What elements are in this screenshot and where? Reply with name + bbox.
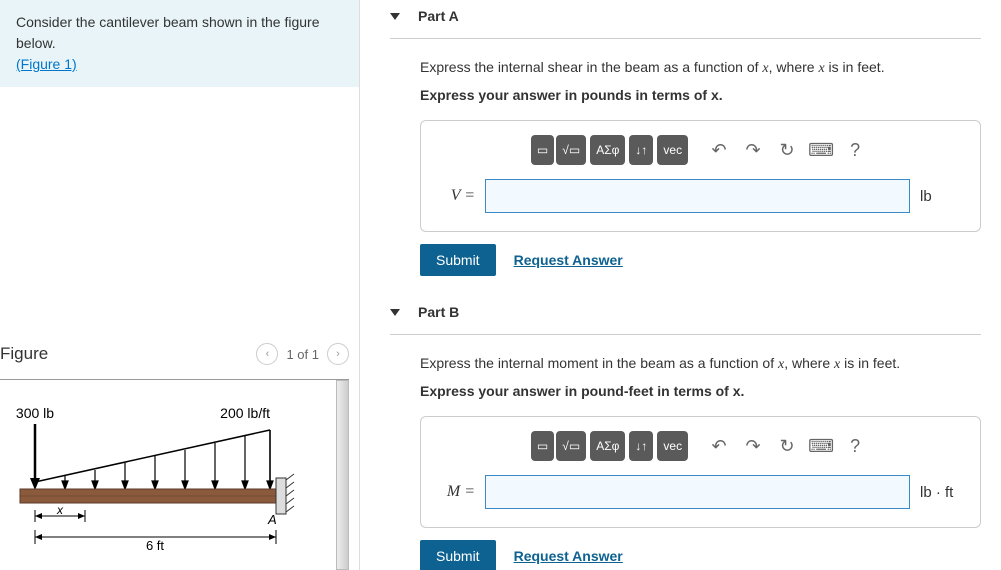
part-a-header[interactable]: Part A (390, 0, 981, 39)
part-b-instruction: Express the internal moment in the beam … (420, 353, 981, 375)
redo-icon[interactable]: ↷ (738, 431, 768, 461)
undo-icon[interactable]: ↶ (704, 135, 734, 165)
figure-prev-button[interactable]: ‹ (256, 343, 278, 365)
part-a-var-label: V = (439, 187, 475, 205)
arrows-button[interactable]: ↓↑ (629, 431, 653, 461)
figure-nav-label: 1 of 1 (286, 347, 319, 362)
templates-button[interactable]: ▭ (531, 431, 554, 461)
arrows-button[interactable]: ↓↑ (629, 135, 653, 165)
part-a-input[interactable] (485, 179, 910, 213)
root-button[interactable]: √▭ (556, 135, 586, 165)
part-b-unit: lb · ft (920, 484, 962, 501)
part-b-answer-panel: ▭ √▭ ΑΣφ ↓↑ vec ↶ ↷ ↻ ⌨ ? M = (420, 416, 981, 528)
figure-section: Figure ‹ 1 of 1 › 300 lb 200 lb/ft (0, 335, 359, 570)
right-panel: Part A Express the internal shear in the… (360, 0, 1001, 570)
part-b-header[interactable]: Part B (390, 296, 981, 335)
problem-statement: Consider the cantilever beam shown in th… (0, 0, 359, 87)
greek-button[interactable]: ΑΣφ (590, 431, 625, 461)
dist-load-label: 200 lb/ft (220, 405, 270, 421)
part-a: Part A Express the internal shear in the… (390, 0, 981, 286)
point-load-label: 300 lb (16, 405, 54, 421)
caret-down-icon (390, 309, 400, 316)
part-a-request-link[interactable]: Request Answer (514, 252, 623, 268)
span-label: 6 ft (146, 538, 164, 553)
part-a-submit-button[interactable]: Submit (420, 244, 496, 276)
part-b-format: Express your answer in pound-feet in ter… (420, 381, 981, 402)
part-b-title: Part B (418, 304, 459, 320)
part-a-instruction: Express the internal shear in the beam a… (420, 57, 981, 79)
problem-text: Consider the cantilever beam shown in th… (16, 14, 320, 51)
keyboard-icon[interactable]: ⌨ (806, 135, 836, 165)
figure-link[interactable]: (Figure 1) (16, 56, 77, 72)
x-dim-label: x (56, 503, 64, 517)
figure-next-button[interactable]: › (327, 343, 349, 365)
part-a-title: Part A (418, 8, 459, 24)
help-icon[interactable]: ? (840, 135, 870, 165)
caret-down-icon (390, 13, 400, 20)
part-b-var-label: M = (439, 483, 475, 501)
part-a-answer-panel: ▭ √▭ ΑΣφ ↓↑ vec ↶ ↷ ↻ ⌨ ? V = (420, 120, 981, 232)
templates-button[interactable]: ▭ (531, 135, 554, 165)
part-a-unit: lb (920, 188, 962, 205)
point-a-label: A (267, 512, 277, 527)
figure-nav: ‹ 1 of 1 › (256, 343, 349, 365)
left-panel: Consider the cantilever beam shown in th… (0, 0, 360, 570)
part-b-toolbar: ▭ √▭ ΑΣφ ↓↑ vec ↶ ↷ ↻ ⌨ ? (439, 431, 962, 461)
reset-icon[interactable]: ↻ (772, 431, 802, 461)
part-b: Part B Express the internal moment in th… (390, 296, 981, 570)
root-button[interactable]: √▭ (556, 431, 586, 461)
keyboard-icon[interactable]: ⌨ (806, 431, 836, 461)
greek-button[interactable]: ΑΣφ (590, 135, 625, 165)
help-icon[interactable]: ? (840, 431, 870, 461)
vec-button[interactable]: vec (657, 431, 688, 461)
reset-icon[interactable]: ↻ (772, 135, 802, 165)
redo-icon[interactable]: ↷ (738, 135, 768, 165)
figure-title: Figure (0, 344, 48, 364)
vec-button[interactable]: vec (657, 135, 688, 165)
part-b-request-link[interactable]: Request Answer (514, 548, 623, 564)
part-b-submit-button[interactable]: Submit (420, 540, 496, 570)
part-b-input[interactable] (485, 475, 910, 509)
beam-diagram: 300 lb 200 lb/ft (0, 390, 300, 560)
undo-icon[interactable]: ↶ (704, 431, 734, 461)
part-a-toolbar: ▭ √▭ ΑΣφ ↓↑ vec ↶ ↷ ↻ ⌨ ? (439, 135, 962, 165)
part-a-format: Express your answer in pounds in terms o… (420, 85, 981, 106)
figure-canvas: 300 lb 200 lb/ft (0, 380, 349, 570)
